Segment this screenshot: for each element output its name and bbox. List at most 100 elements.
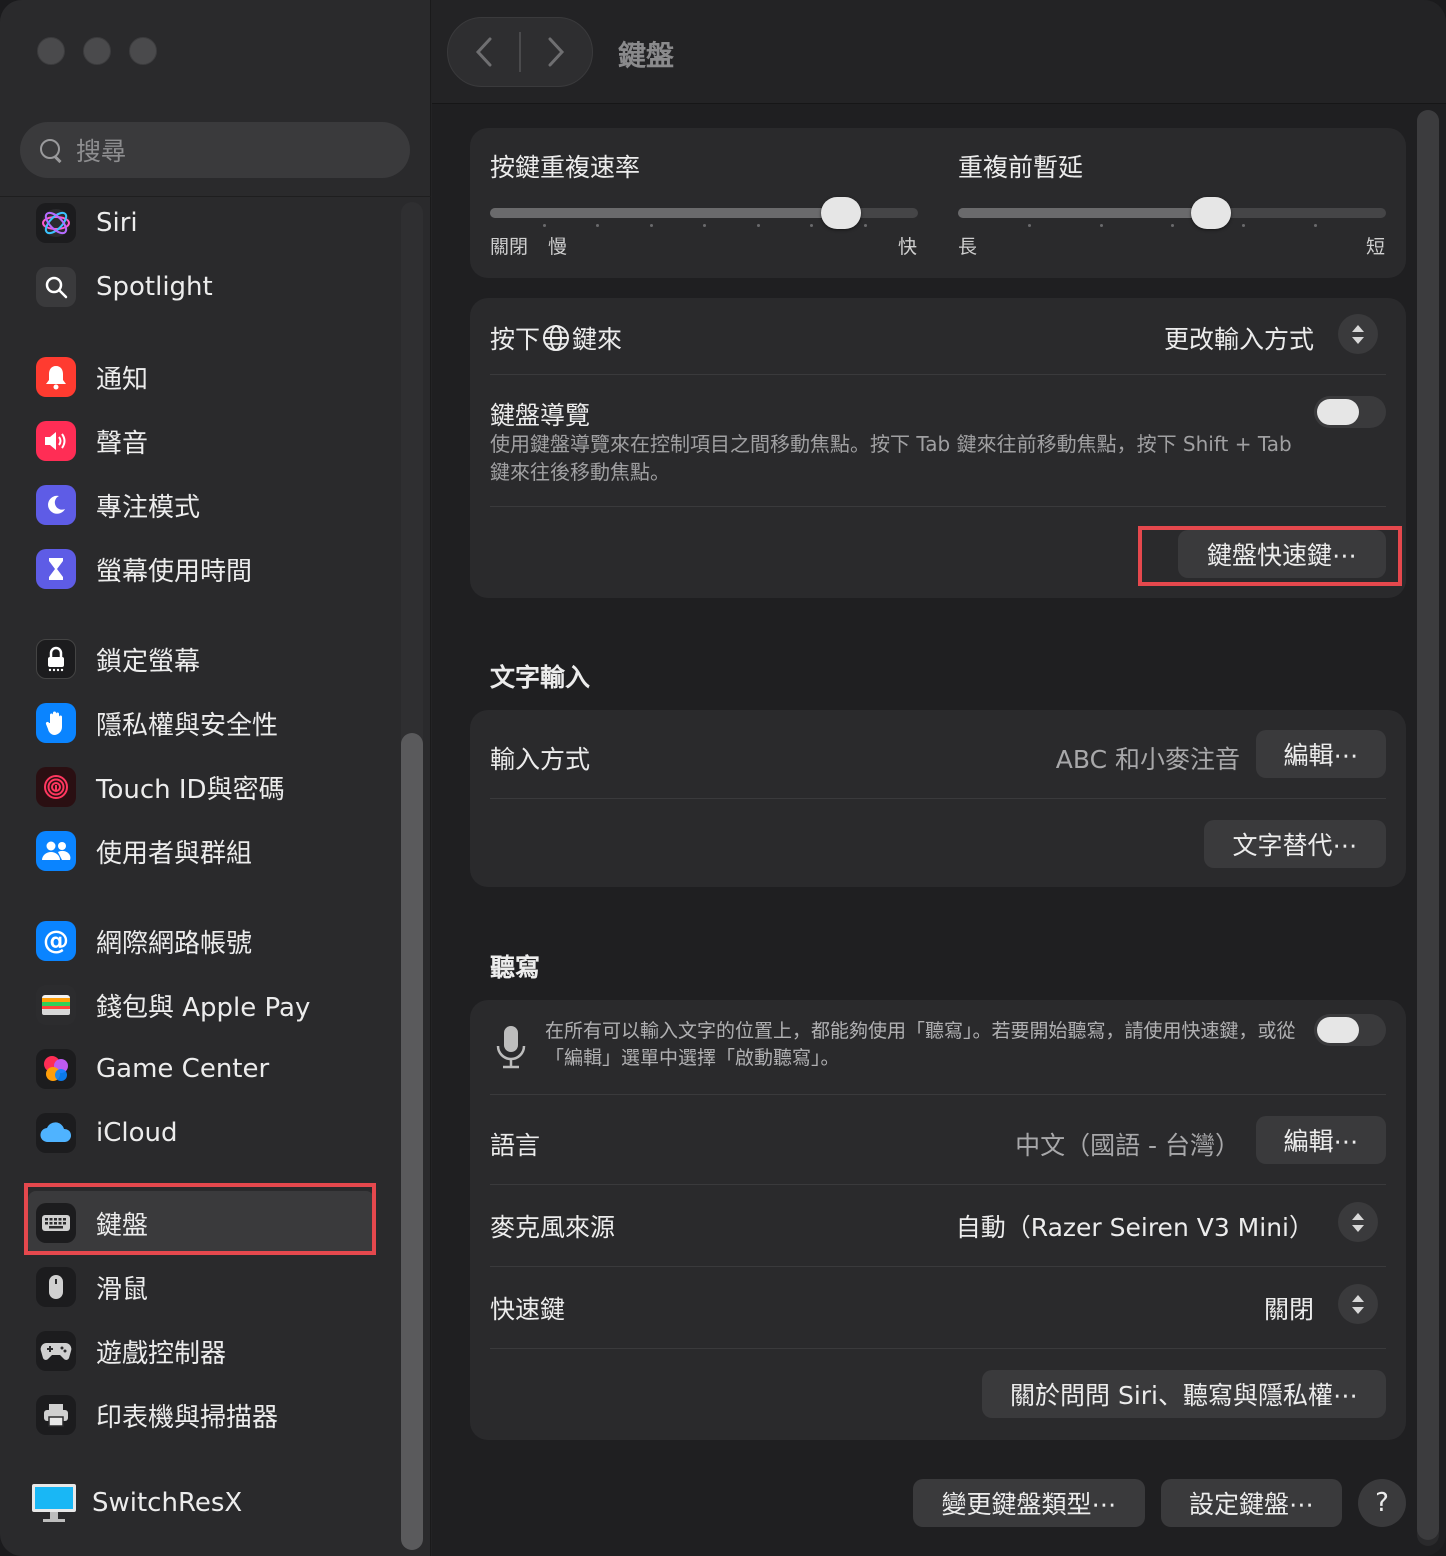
text-input-card: 輸入方式 ABC 和小麥注音 編輯⋯ 文字替代⋯	[470, 710, 1406, 887]
sidebar-item-label: 遊戲控制器	[96, 1338, 227, 1369]
sidebar-item-spotlight[interactable]: Spotlight	[28, 255, 374, 319]
row-divider	[490, 798, 1386, 799]
sidebar: 搜尋 Siri Spotlight 通知 聲音 專注模式 螢幕使用時間 鎖定螢幕…	[0, 0, 431, 1556]
sidebar-item-focus[interactable]: 專注模式	[28, 473, 374, 537]
key-repeat-rate-label: 按鍵重複速率	[490, 153, 641, 182]
dictation-description: 在所有可以輸入文字的位置上，都能夠使用「聽寫」。若要開始聽寫，請使用快速鍵，或從…	[545, 1020, 1296, 1069]
sidebar-item-switchresx[interactable]: SwitchResX	[24, 1471, 370, 1535]
chevron-up-icon	[1352, 1212, 1364, 1220]
rate-min-label: 關閉	[490, 236, 529, 258]
sidebar-item-label: 聲音	[96, 428, 149, 459]
sidebar-item-sound[interactable]: 聲音	[28, 409, 374, 473]
input-sources-value: ABC 和小麥注音	[1055, 745, 1240, 774]
spotlight-icon	[36, 267, 76, 307]
delay-until-repeat-fill	[958, 208, 1211, 218]
about-siri-dictation-privacy-button[interactable]: 關於問問 Siri、聽寫與隱私權⋯	[982, 1370, 1386, 1418]
gamepad-icon	[36, 1331, 76, 1371]
globe-icon	[543, 325, 570, 351]
text-replacements-button[interactable]: 文字替代⋯	[1204, 820, 1386, 868]
language-edit-button[interactable]: 編輯⋯	[1256, 1116, 1386, 1164]
sidebar-item-lock-screen[interactable]: 鎖定螢幕	[28, 627, 374, 691]
sidebar-item-users[interactable]: 使用者與群組	[28, 819, 374, 883]
delay-tick	[1028, 224, 1032, 227]
zoom-window-button[interactable]	[129, 37, 157, 65]
globe-key-value[interactable]: 更改輸入方式	[1164, 320, 1314, 356]
dictation-shortcut-value[interactable]: 關閉	[1264, 1290, 1314, 1326]
nav-buttons	[447, 17, 593, 87]
dictation-section-title: 聽寫	[490, 953, 541, 982]
sidebar-item-label: 鎖定螢幕	[96, 646, 201, 677]
language-label: 語言	[490, 1131, 541, 1160]
hourglass-icon	[36, 549, 76, 589]
search-placeholder: 搜尋	[76, 137, 127, 166]
sidebar-item-wallet[interactable]: 錢包與 Apple Pay	[28, 973, 374, 1037]
row-divider	[490, 506, 1386, 507]
chevron-down-icon	[1352, 1306, 1364, 1314]
delay-short-label: 短	[1366, 236, 1386, 258]
sidebar-item-privacy[interactable]: 隱私權與安全性	[28, 691, 374, 755]
keyboard-navigation-toggle[interactable]	[1314, 396, 1386, 428]
rate-slow-label: 慢	[548, 236, 568, 258]
main-scrollbar-thumb[interactable]	[1417, 110, 1439, 1540]
sidebar-item-label: iCloud	[96, 1118, 178, 1148]
dictation-toggle[interactable]	[1314, 1014, 1386, 1046]
key-repeat-rate-fill	[490, 208, 841, 218]
dictation-shortcut-popup-button[interactable]	[1338, 1284, 1378, 1324]
globe-key-popup-button[interactable]	[1338, 314, 1378, 354]
sidebar-item-icloud[interactable]: iCloud	[28, 1101, 374, 1165]
key-repeat-rate-knob[interactable]	[820, 197, 861, 229]
sidebar-item-label: 專注模式	[96, 492, 201, 523]
sidebar-item-label: 滑鼠	[96, 1274, 149, 1305]
delay-tick	[1099, 224, 1103, 227]
sidebar-scrollbar-thumb[interactable]	[401, 733, 423, 1550]
key-repeat-card: 按鍵重複速率 關閉 慢 快 重複前暫延 長 短	[470, 128, 1406, 278]
cloud-icon	[36, 1113, 76, 1153]
sidebar-item-label: 螢幕使用時間	[96, 556, 253, 587]
close-window-button[interactable]	[37, 37, 65, 65]
row-divider	[490, 1266, 1386, 1267]
bell-icon	[36, 357, 76, 397]
sidebar-item-label: Spotlight	[96, 272, 213, 302]
search-input[interactable]: 搜尋	[20, 122, 410, 178]
sidebar-item-label: SwitchResX	[92, 1488, 243, 1518]
sidebar-selection-highlight	[24, 1183, 376, 1255]
delay-until-repeat-label: 重複前暫延	[958, 153, 1084, 182]
page-title: 鍵盤	[618, 39, 675, 72]
rate-tick	[863, 224, 867, 227]
sidebar-item-printers[interactable]: 印表機與掃描器	[28, 1383, 374, 1447]
microphone-icon	[496, 1026, 526, 1069]
sidebar-item-mouse[interactable]: 滑鼠	[28, 1255, 374, 1319]
sidebar-item-screen-time[interactable]: 螢幕使用時間	[28, 537, 374, 601]
sidebar-item-internet-accounts[interactable]: @ 網際網路帳號	[28, 909, 374, 973]
game-center-icon	[36, 1049, 76, 1089]
help-button[interactable]: ?	[1358, 1479, 1406, 1527]
chevron-down-icon	[1352, 1224, 1364, 1232]
input-sources-edit-button[interactable]: 編輯⋯	[1256, 730, 1386, 778]
forward-button[interactable]	[521, 17, 592, 87]
microphone-source-value[interactable]: 自動（Razer Seiren V3 Mini）	[956, 1208, 1314, 1244]
row-divider	[490, 1348, 1386, 1349]
lock-icon	[36, 639, 76, 679]
chevron-down-icon	[1352, 336, 1364, 344]
settings-window: 搜尋 Siri Spotlight 通知 聲音 專注模式 螢幕使用時間 鎖定螢幕…	[0, 0, 1446, 1556]
sidebar-item-siri[interactable]: Siri	[28, 197, 374, 255]
window-controls	[37, 37, 157, 65]
sidebar-item-game-controllers[interactable]: 遊戲控制器	[28, 1319, 374, 1383]
rate-tick	[703, 224, 706, 227]
sidebar-item-notifications[interactable]: 通知	[28, 345, 374, 409]
set-up-keyboard-button[interactable]: 設定鍵盤⋯	[1161, 1479, 1342, 1527]
microphone-source-popup-button[interactable]	[1338, 1202, 1378, 1242]
sidebar-item-touch-id[interactable]: Touch ID與密碼	[28, 755, 374, 819]
back-button[interactable]	[448, 17, 519, 87]
rate-tick	[756, 224, 760, 227]
minimize-window-button[interactable]	[83, 37, 111, 65]
printer-icon	[36, 1395, 76, 1435]
wallet-icon	[36, 985, 76, 1025]
sidebar-item-label: 錢包與 Apple Pay	[96, 992, 311, 1023]
sidebar-item-game-center[interactable]: Game Center	[28, 1037, 374, 1101]
toggle-knob	[1317, 1017, 1359, 1043]
change-keyboard-type-button[interactable]: 變更鍵盤類型⋯	[913, 1479, 1145, 1527]
users-icon	[36, 831, 76, 871]
globe-key-prefix: 按下	[490, 325, 541, 354]
delay-until-repeat-knob[interactable]	[1190, 197, 1231, 229]
